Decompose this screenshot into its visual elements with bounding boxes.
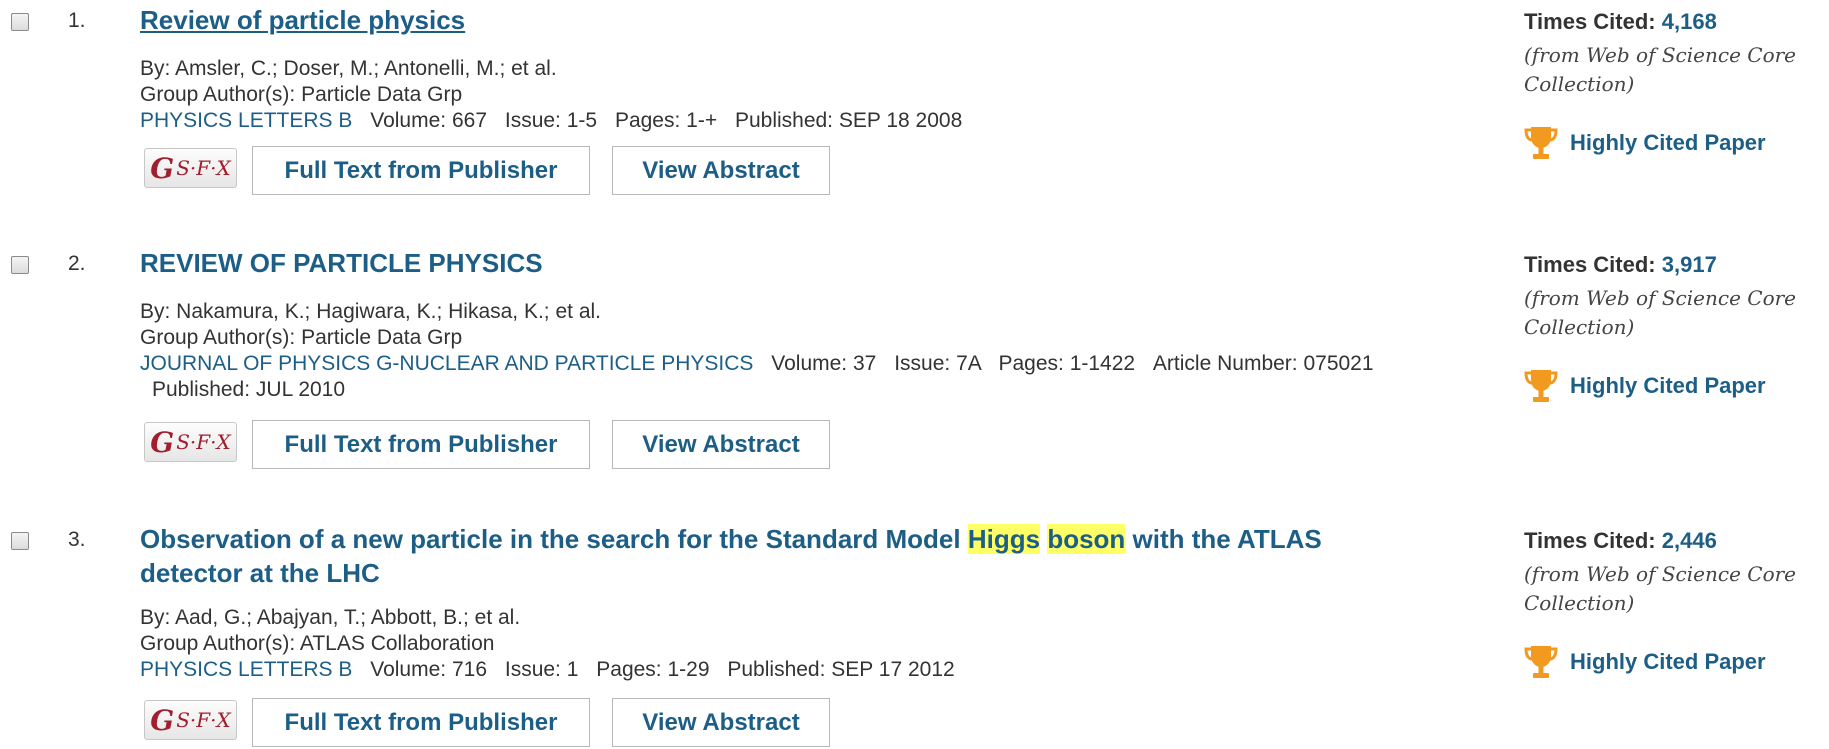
full-text-button[interactable]: Full Text from Publisher <box>252 420 590 469</box>
issue-value: 1 <box>566 658 579 681</box>
pages-label: Pages: <box>596 658 662 681</box>
article-number-label: Article Number: <box>1152 352 1298 375</box>
times-cited: Times Cited: 3,917 <box>1524 252 1717 278</box>
article-number-value: 075021 <box>1303 352 1374 375</box>
title-highlight-higgs: Higgs <box>967 524 1041 554</box>
published-label: Published: <box>734 109 834 132</box>
sfx-label: S·F·X <box>176 430 231 454</box>
published-label: Published: <box>727 658 826 681</box>
record-group-authors: Group Author(s): Particle Data Grp <box>140 326 463 349</box>
trophy-icon <box>1524 370 1558 402</box>
volume-value: 716 <box>451 658 488 681</box>
record-number: 3. <box>68 528 86 551</box>
sfx-button[interactable]: G S·F·X <box>144 422 237 462</box>
title-text: Observation of a new particle in the sea… <box>140 524 968 554</box>
highly-cited-label: Highly Cited Paper <box>1570 130 1766 155</box>
record-number: 1. <box>68 9 86 32</box>
sfx-logo-icon: G <box>150 703 175 737</box>
full-text-button[interactable]: Full Text from Publisher <box>252 146 590 195</box>
record-title-link[interactable]: Review of particle physics <box>140 3 1390 37</box>
volume-value: 667 <box>451 109 488 132</box>
highly-cited-paper-link[interactable]: Highly Cited Paper <box>1524 125 1766 161</box>
published-label: Published: <box>152 378 251 401</box>
record-checkbox[interactable] <box>11 532 29 550</box>
pages-label: Pages: <box>614 109 681 132</box>
record-group-authors: Group Author(s): Particle Data Grp <box>140 83 463 106</box>
issue-label: Issue: <box>894 352 951 375</box>
pages-value: 1-29 <box>667 658 710 681</box>
highly-cited-paper-link[interactable]: Highly Cited Paper <box>1524 368 1766 404</box>
trophy-icon <box>1524 646 1558 678</box>
view-abstract-button[interactable]: View Abstract <box>612 146 830 195</box>
times-cited-label: Times Cited: <box>1524 252 1656 277</box>
published-value: SEP 17 2012 <box>831 658 955 681</box>
volume-value: 37 <box>853 352 877 375</box>
journal-link[interactable]: PHYSICS LETTERS B <box>140 658 352 681</box>
volume-label: Volume: <box>370 658 447 681</box>
times-cited-label: Times Cited: <box>1524 528 1656 553</box>
record-authors: By: Aad, G.; Abajyan, T.; Abbott, B.; et… <box>140 606 521 629</box>
times-cited-label: Times Cited: <box>1524 9 1656 34</box>
trophy-icon <box>1524 127 1558 159</box>
record-number: 2. <box>68 252 86 275</box>
issue-value: 7A <box>956 352 981 375</box>
record-source: JOURNAL OF PHYSICS G-NUCLEAR AND PARTICL… <box>140 351 1430 403</box>
times-cited-count-link[interactable]: 3,917 <box>1662 252 1717 277</box>
journal-link[interactable]: JOURNAL OF PHYSICS G-NUCLEAR AND PARTICL… <box>140 352 753 375</box>
issue-label: Issue: <box>504 109 561 132</box>
record-title-link[interactable]: Observation of a new particle in the sea… <box>140 522 1390 590</box>
volume-label: Volume: <box>771 352 848 375</box>
record-authors: By: Nakamura, K.; Hagiwara, K.; Hikasa, … <box>140 300 602 323</box>
sfx-label: S·F·X <box>176 708 231 732</box>
highly-cited-label: Highly Cited Paper <box>1570 649 1766 674</box>
issue-value: 1-5 <box>566 109 598 132</box>
times-cited-count-link[interactable]: 2,446 <box>1662 528 1717 553</box>
record-title-link[interactable]: REVIEW OF PARTICLE PHYSICS <box>140 246 1390 280</box>
sfx-label: S·F·X <box>176 156 231 180</box>
cited-source-note: (from Web of Science Core Collection) <box>1524 562 1797 615</box>
record-group-authors: Group Author(s): ATLAS Collaboration <box>140 632 495 655</box>
record-source: PHYSICS LETTERS B Volume: 716 Issue: 1 P… <box>140 657 1430 683</box>
volume-label: Volume: <box>370 109 447 132</box>
times-cited-count-link[interactable]: 4,168 <box>1662 9 1717 34</box>
sfx-logo-icon: G <box>150 425 175 459</box>
full-text-button[interactable]: Full Text from Publisher <box>252 698 590 747</box>
sfx-button[interactable]: G S·F·X <box>144 700 237 740</box>
pages-label: Pages: <box>998 352 1064 375</box>
highly-cited-label: Highly Cited Paper <box>1570 373 1766 398</box>
record-source: PHYSICS LETTERS B Volume: 667 Issue: 1-5… <box>140 108 1430 134</box>
title-highlight-boson: boson <box>1047 524 1126 554</box>
record-authors: By: Amsler, C.; Doser, M.; Antonelli, M.… <box>140 57 557 80</box>
record-checkbox[interactable] <box>11 256 29 274</box>
published-value: SEP 18 2008 <box>838 109 963 132</box>
view-abstract-button[interactable]: View Abstract <box>612 698 830 747</box>
cited-source-note: (from Web of Science Core Collection) <box>1524 43 1797 96</box>
published-value: JUL 2010 <box>255 378 346 401</box>
times-cited: Times Cited: 2,446 <box>1524 528 1717 554</box>
highly-cited-paper-link[interactable]: Highly Cited Paper <box>1524 644 1766 680</box>
sfx-logo-icon: G <box>150 151 175 185</box>
pages-value: 1-1422 <box>1069 352 1136 375</box>
issue-label: Issue: <box>504 658 561 681</box>
cited-source-note: (from Web of Science Core Collection) <box>1524 286 1797 339</box>
record-checkbox[interactable] <box>11 13 29 31</box>
journal-link[interactable]: PHYSICS LETTERS B <box>140 109 352 132</box>
sfx-button[interactable]: G S·F·X <box>144 148 237 188</box>
pages-value: 1-+ <box>686 109 718 132</box>
times-cited: Times Cited: 4,168 <box>1524 9 1717 35</box>
view-abstract-button[interactable]: View Abstract <box>612 420 830 469</box>
